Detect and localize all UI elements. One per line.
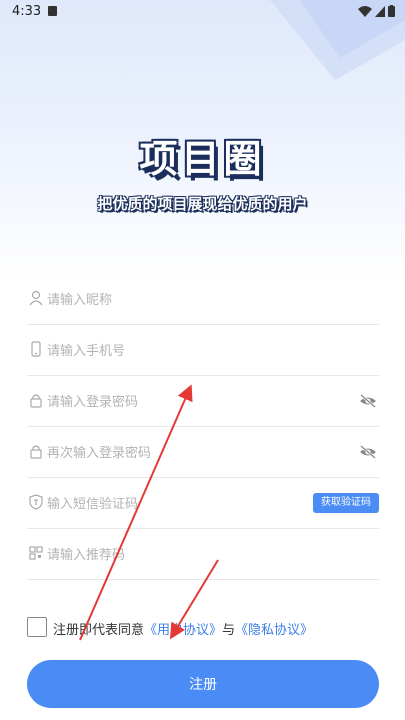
get-code-button[interactable]: 获取验证码 (313, 493, 379, 513)
referral-input[interactable] (45, 542, 349, 568)
hide-password-icon[interactable] (359, 393, 377, 409)
phone-row (27, 325, 379, 376)
logo: 项目圈 (0, 128, 405, 183)
qrcode-icon (29, 546, 43, 560)
app-title: 项目圈 (139, 137, 266, 181)
agreement-row: 注册即代表同意《用户协议》与《隐私协议》 (27, 617, 387, 639)
agreement-checkbox[interactable] (27, 617, 47, 637)
app-slogan: 把优质的项目展现给优质的用户 (97, 195, 308, 213)
sms-code-input[interactable] (45, 491, 289, 517)
user-icon (29, 290, 43, 306)
lock-icon (30, 445, 42, 459)
register-form: 获取验证码 (27, 274, 379, 580)
notification-icon (48, 6, 57, 16)
agreement-prefix: 注册即代表同意 (53, 623, 145, 638)
phone-icon (31, 341, 41, 357)
privacy-agreement-link[interactable]: 《隐私协议》 (235, 623, 313, 638)
lock-icon (30, 394, 42, 408)
status-icons (358, 5, 395, 17)
hide-password-icon[interactable] (359, 444, 377, 460)
register-button[interactable]: 注册 (27, 660, 379, 708)
status-time: 4:33 (12, 4, 42, 19)
signal-icon (375, 5, 385, 17)
nickname-input[interactable] (45, 287, 349, 313)
shield-icon (29, 494, 43, 510)
battery-icon (388, 5, 395, 17)
status-bar: 4:33 (0, 0, 405, 24)
user-agreement-link[interactable]: 《用户协议》 (144, 623, 222, 638)
sms-code-row: 获取验证码 (27, 478, 379, 529)
confirm-password-input[interactable] (45, 440, 349, 466)
confirm-password-row (27, 427, 379, 478)
password-input[interactable] (45, 389, 349, 415)
referral-row (27, 529, 379, 580)
agreement-conjunction: 与 (222, 623, 236, 638)
agreement-text: 注册即代表同意《用户协议》与《隐私协议》 (53, 619, 313, 638)
password-row (27, 376, 379, 427)
phone-input[interactable] (45, 338, 349, 364)
wifi-icon (358, 5, 372, 17)
nickname-row (27, 274, 379, 325)
